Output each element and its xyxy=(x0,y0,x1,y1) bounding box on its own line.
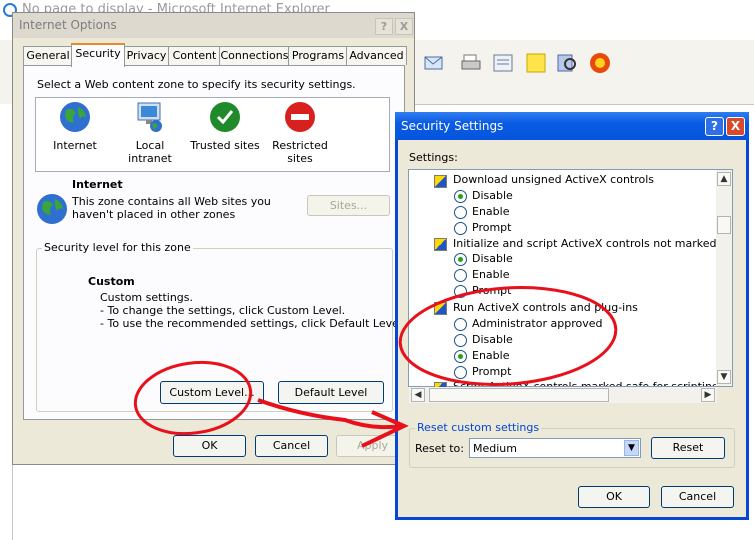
annotation-circle-custom-level xyxy=(133,360,253,436)
tab-security[interactable]: Security xyxy=(71,43,125,67)
annotation-overlay xyxy=(133,286,618,448)
annotation-circle-run-activex xyxy=(398,286,618,386)
